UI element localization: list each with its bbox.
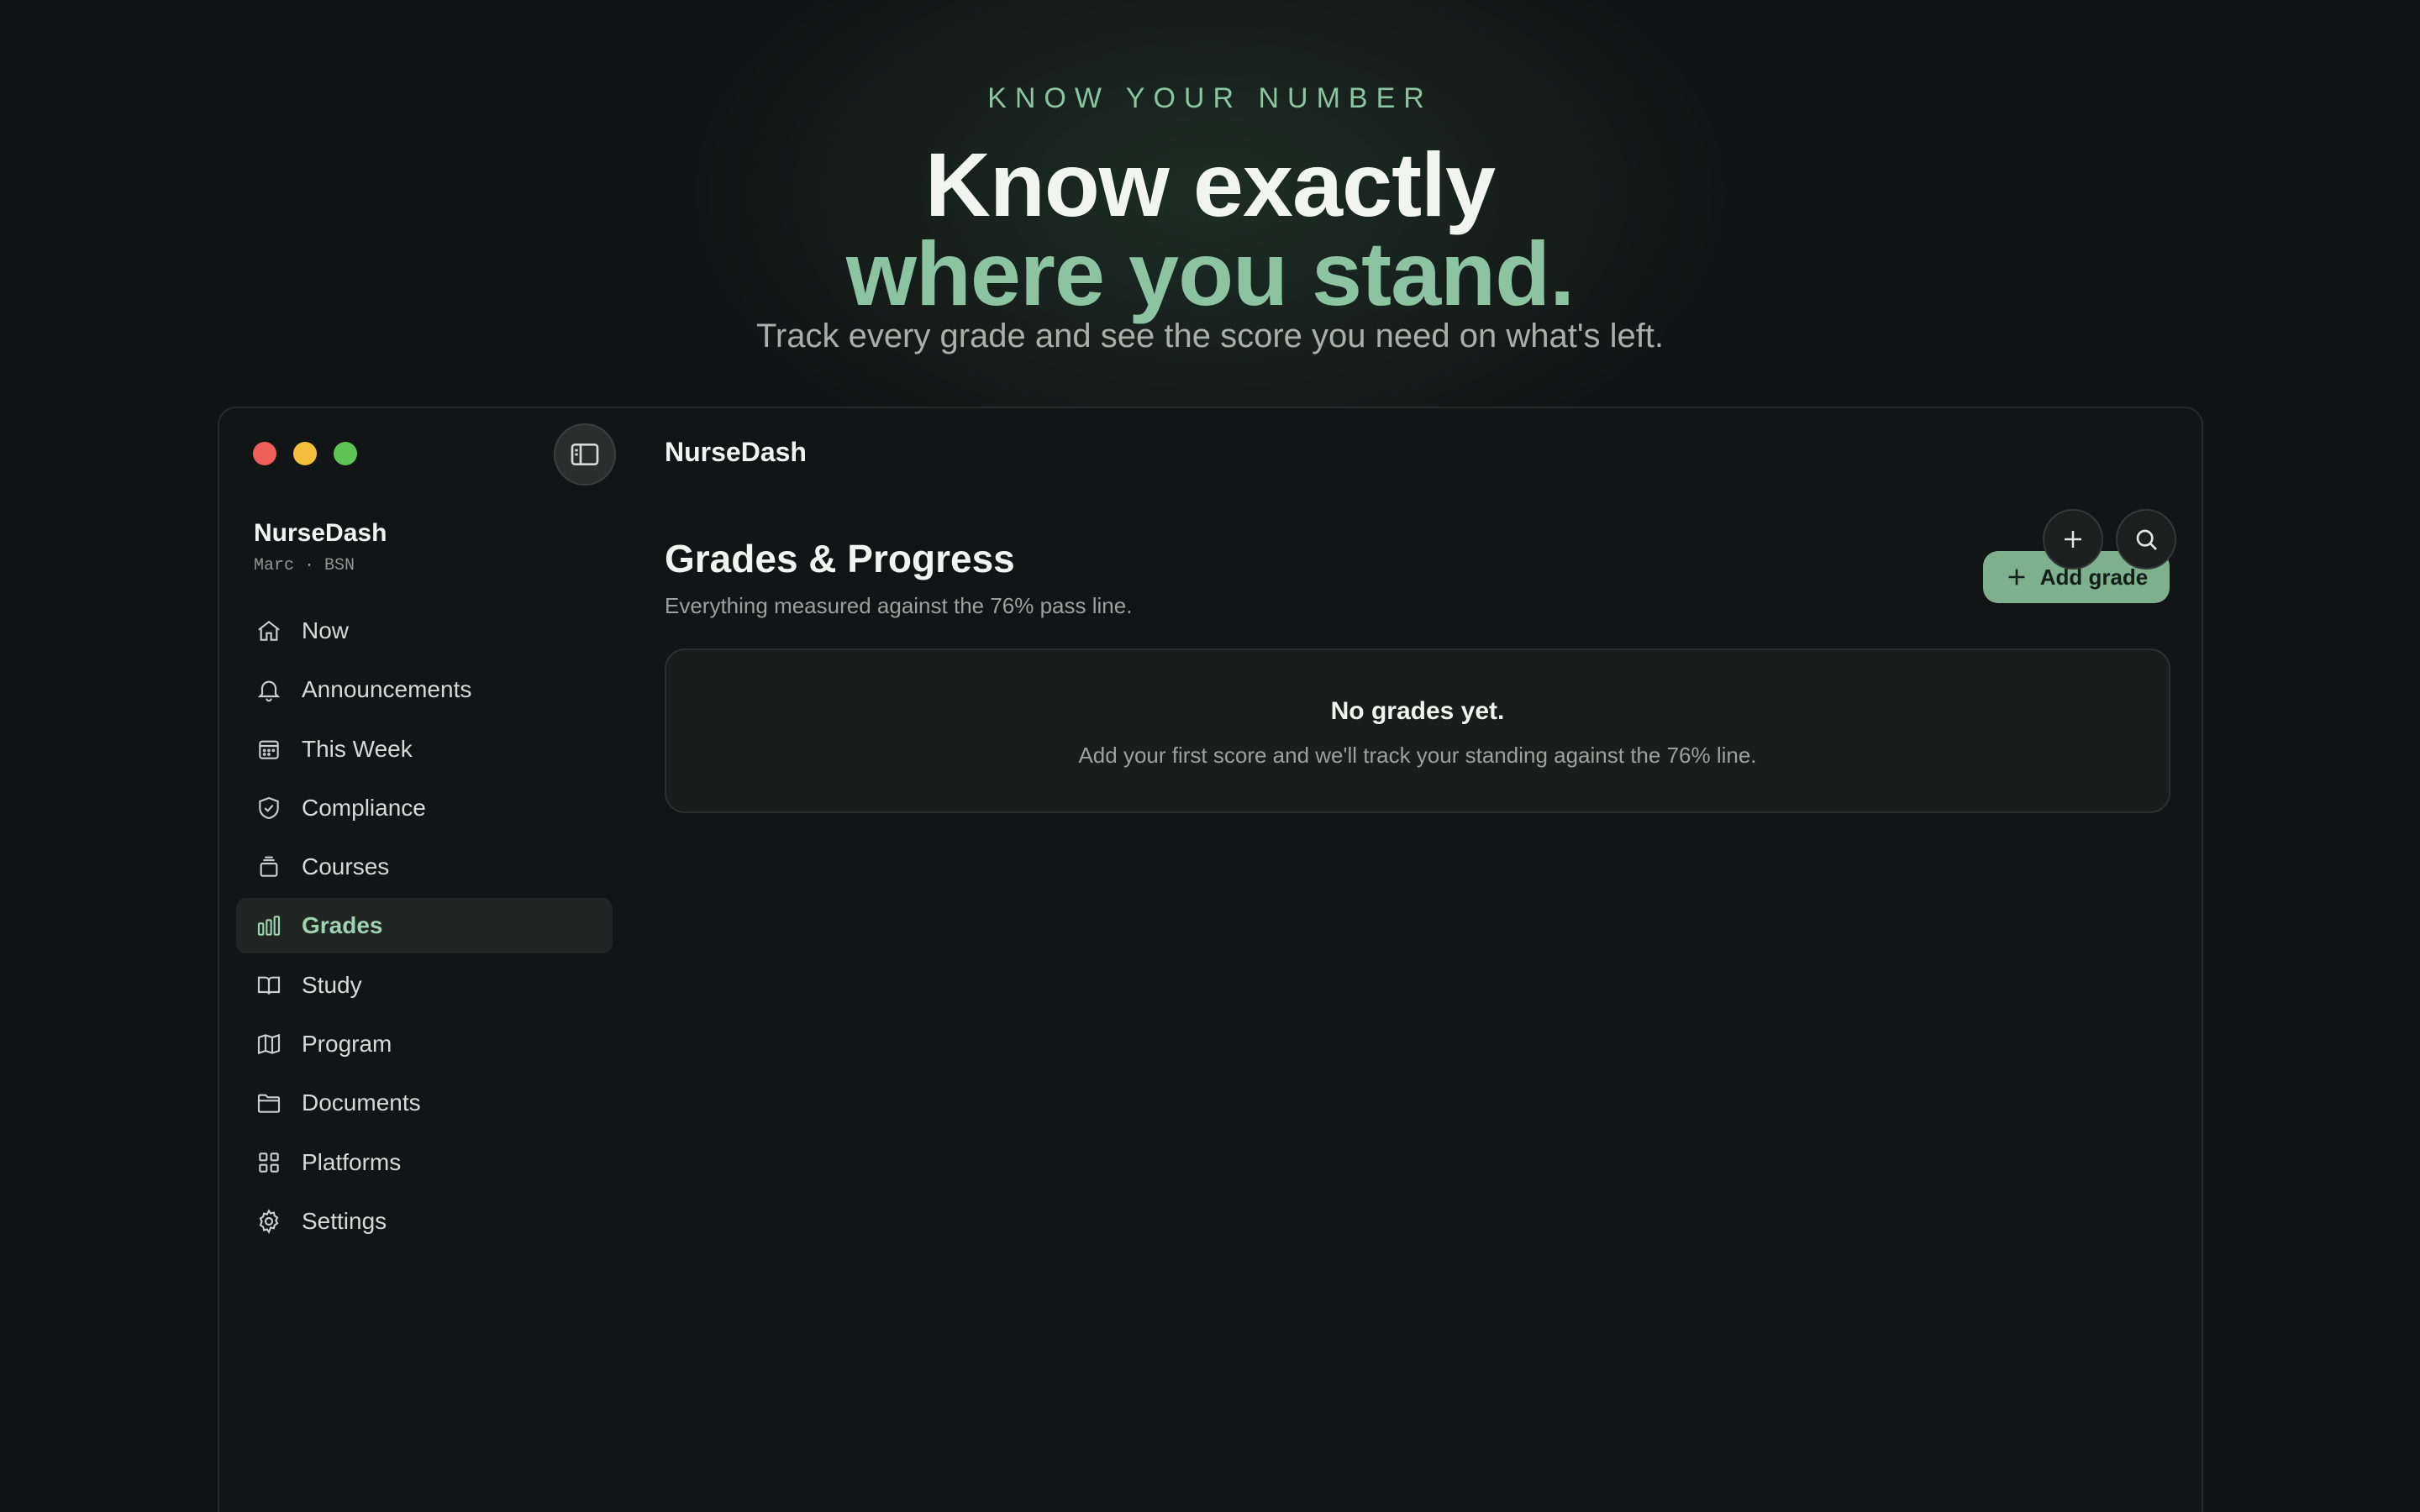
hero-headline-line1: Know exactly xyxy=(924,134,1496,235)
page: KNOW YOUR NUMBER Know exactly where you … xyxy=(0,0,2420,1512)
plus-icon xyxy=(2008,569,2025,585)
sidebar-item-now[interactable]: Now xyxy=(236,603,613,659)
sidebar-item-this-week[interactable]: This Week xyxy=(236,722,613,777)
folder-icon xyxy=(255,1089,283,1117)
gear-icon xyxy=(255,1207,283,1236)
hero-eyebrow: KNOW YOUR NUMBER xyxy=(987,82,1433,114)
hero-headline-line2: where you stand. xyxy=(845,223,1575,324)
sidebar-item-label: Platforms xyxy=(302,1148,402,1175)
sidebar-item-label: Program xyxy=(302,1031,392,1058)
sidebar-item-label: Study xyxy=(302,971,362,998)
sidebar-item-label: Announcements xyxy=(302,676,472,703)
sidebar-item-settings[interactable]: Settings xyxy=(236,1194,613,1249)
quick-add-button[interactable] xyxy=(2043,509,2103,570)
sidebar-item-grades[interactable]: Grades xyxy=(236,898,613,954)
layers-icon xyxy=(255,853,283,881)
empty-state-card: No grades yet. Add your first score and … xyxy=(665,648,2170,813)
sidebar-item-courses[interactable]: Courses xyxy=(236,839,613,895)
sidebar-item-platforms[interactable]: Platforms xyxy=(236,1135,613,1190)
sidebar-item-label: Grades xyxy=(302,912,383,939)
map-icon xyxy=(255,1030,283,1058)
search-icon xyxy=(2136,529,2157,550)
sidebar-item-label: Compliance xyxy=(302,794,426,821)
sidebar-item-label: Settings xyxy=(302,1207,387,1234)
hero-subhead: Track every grade and see the score you … xyxy=(755,318,1665,354)
sidebar-item-label: Now xyxy=(302,617,350,643)
window-controls xyxy=(253,442,357,465)
book-open-icon xyxy=(255,971,283,1000)
add-grade-label: Add grade xyxy=(2039,564,2149,590)
minimize-window-button[interactable] xyxy=(293,442,317,465)
app-window: NurseDash Marc · BSN Now Announcements T… xyxy=(218,407,2203,1512)
home-icon xyxy=(255,617,283,645)
sidebar-item-documents[interactable]: Documents xyxy=(236,1075,613,1131)
sidebar-item-program[interactable]: Program xyxy=(236,1016,613,1072)
sidebar-panel-icon xyxy=(571,444,599,465)
bell-icon xyxy=(255,675,283,704)
close-window-button[interactable] xyxy=(253,442,276,465)
user-subtitle: Marc · BSN xyxy=(254,556,355,575)
shield-check-icon xyxy=(255,794,283,822)
sidebar-item-compliance[interactable]: Compliance xyxy=(236,780,613,836)
empty-state-body: Add your first score and we'll track you… xyxy=(1078,743,1757,768)
sidebar-item-announcements[interactable]: Announcements xyxy=(236,662,613,717)
sidebar-item-study[interactable]: Study xyxy=(236,958,613,1013)
maximize-window-button[interactable] xyxy=(334,442,357,465)
bar-chart-icon xyxy=(255,911,283,940)
page-subtitle: Everything measured against the 76% pass… xyxy=(665,593,1133,618)
calendar-icon xyxy=(255,735,283,764)
plus-icon xyxy=(2065,531,2081,548)
grid-icon xyxy=(255,1148,283,1177)
sidebar-item-label: Documents xyxy=(302,1089,421,1116)
sidebar-toggle-button[interactable] xyxy=(554,423,616,486)
brand-name: NurseDash xyxy=(254,519,387,547)
sidebar: NurseDash Marc · BSN Now Announcements T… xyxy=(219,408,623,1512)
sidebar-nav: Now Announcements This Week Compliance C… xyxy=(236,603,613,1252)
sidebar-item-label: Courses xyxy=(302,853,390,880)
page-title: Grades & Progress xyxy=(665,537,1015,580)
search-button[interactable] xyxy=(2116,509,2176,570)
window-title: NurseDash xyxy=(665,437,807,467)
sidebar-item-label: This Week xyxy=(302,735,413,762)
empty-state-title: No grades yet. xyxy=(1330,697,1505,725)
